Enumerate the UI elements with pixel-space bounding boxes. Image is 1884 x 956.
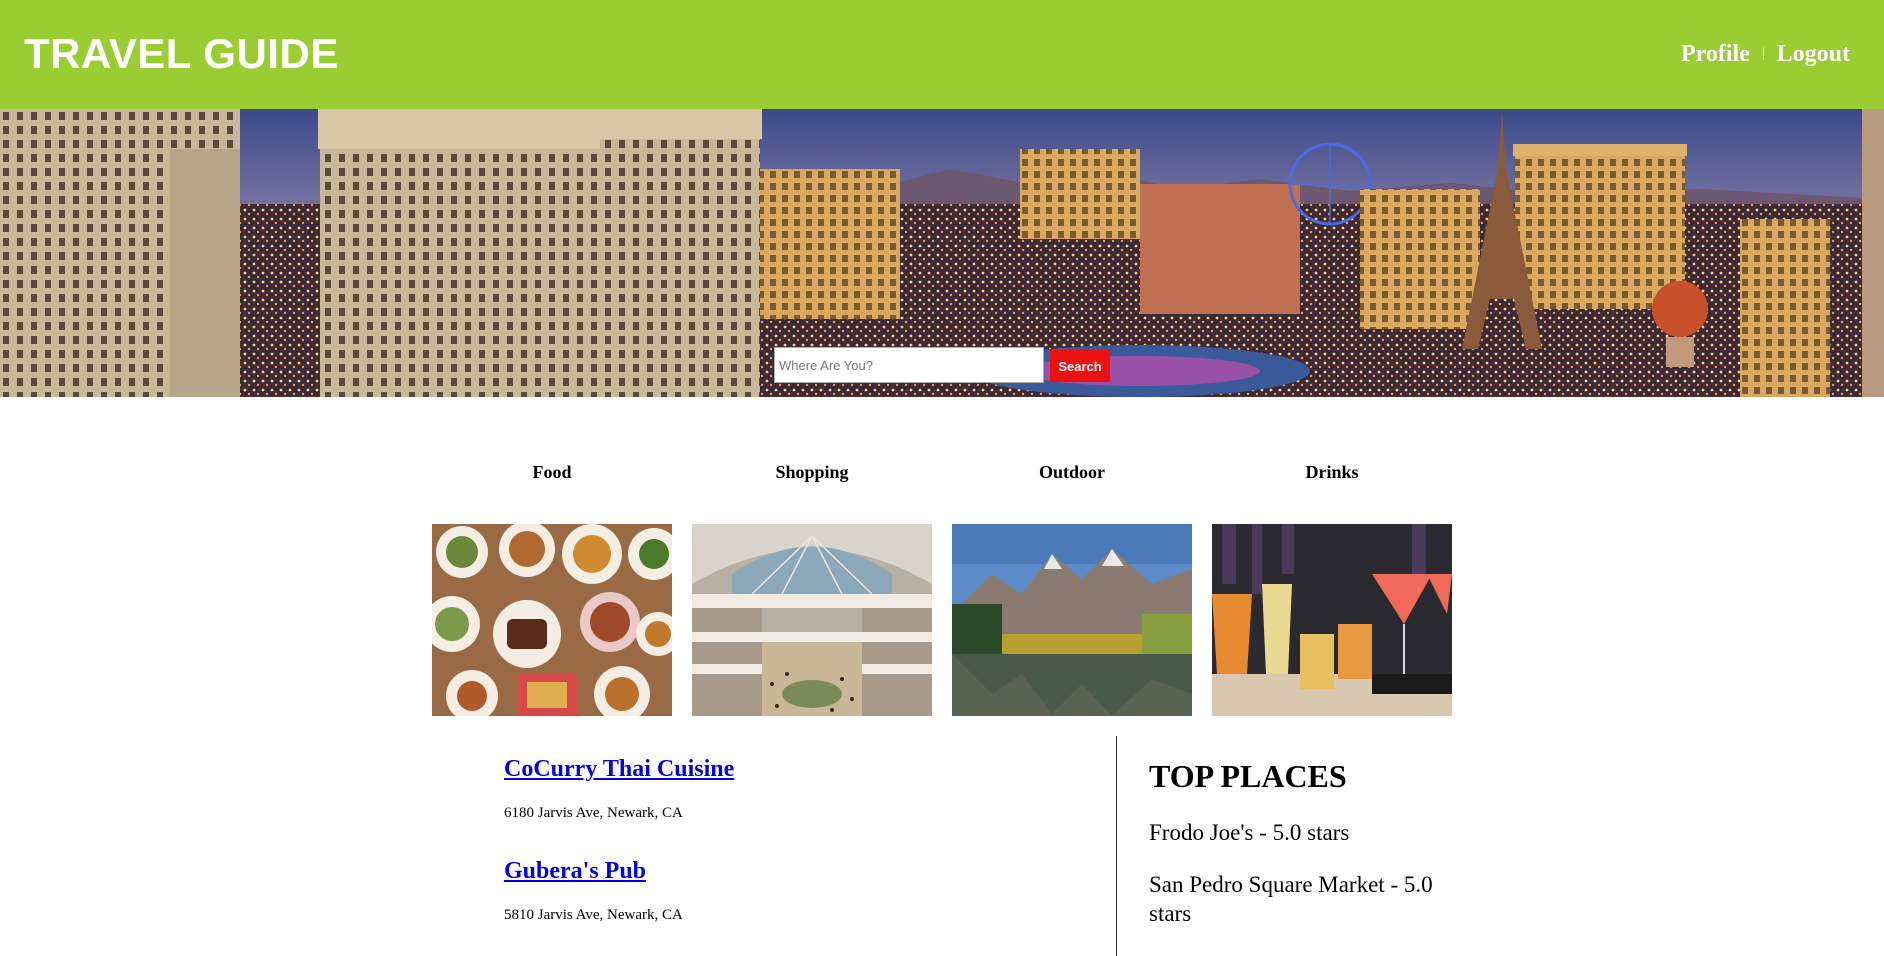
hero-banner: Search <box>0 109 1884 397</box>
top-places-heading: TOP PLACES <box>1149 758 1347 794</box>
result-title-link[interactable]: CoCurry Thai Cuisine <box>504 756 734 783</box>
category-label-outdoor[interactable]: Outdoor <box>952 462 1192 483</box>
category-label-drinks[interactable]: Drinks <box>1212 462 1452 483</box>
category-image-shopping[interactable] <box>692 524 932 716</box>
search-button[interactable]: Search <box>1050 350 1110 382</box>
location-search-input[interactable] <box>774 347 1044 383</box>
top-place-item: San Pedro Square Market - 5.0 stars <box>1149 872 1433 926</box>
result-address: 5810 Jarvis Ave, Newark, CA <box>504 907 683 923</box>
site-brand-title[interactable]: TRAVEL GUIDE <box>24 30 339 78</box>
category-image-food[interactable] <box>432 524 672 716</box>
result-address: 6180 Jarvis Ave, Newark, CA <box>504 805 683 821</box>
category-label-food[interactable]: Food <box>432 462 672 483</box>
category-image-outdoor[interactable] <box>952 524 1192 716</box>
result-title-link[interactable]: Gubera's Pub <box>504 858 646 885</box>
category-image-drinks[interactable] <box>1212 524 1452 716</box>
category-label-shopping[interactable]: Shopping <box>692 462 932 483</box>
shopping-mall-image <box>692 524 932 716</box>
top-place-item: Frodo Joe's - 5.0 stars <box>1149 820 1350 845</box>
top-nav: Profile | Logout <box>1681 40 1850 68</box>
section-divider <box>1116 736 1117 956</box>
top-header-bar: TRAVEL GUIDE Profile | Logout <box>0 0 1884 109</box>
food-platter-image <box>432 524 672 716</box>
profile-link[interactable]: Profile <box>1681 41 1750 67</box>
cocktail-drinks-image <box>1212 524 1452 716</box>
logout-link[interactable]: Logout <box>1777 41 1850 67</box>
nav-separator: | <box>1761 46 1765 62</box>
mountain-lake-image <box>952 524 1192 716</box>
